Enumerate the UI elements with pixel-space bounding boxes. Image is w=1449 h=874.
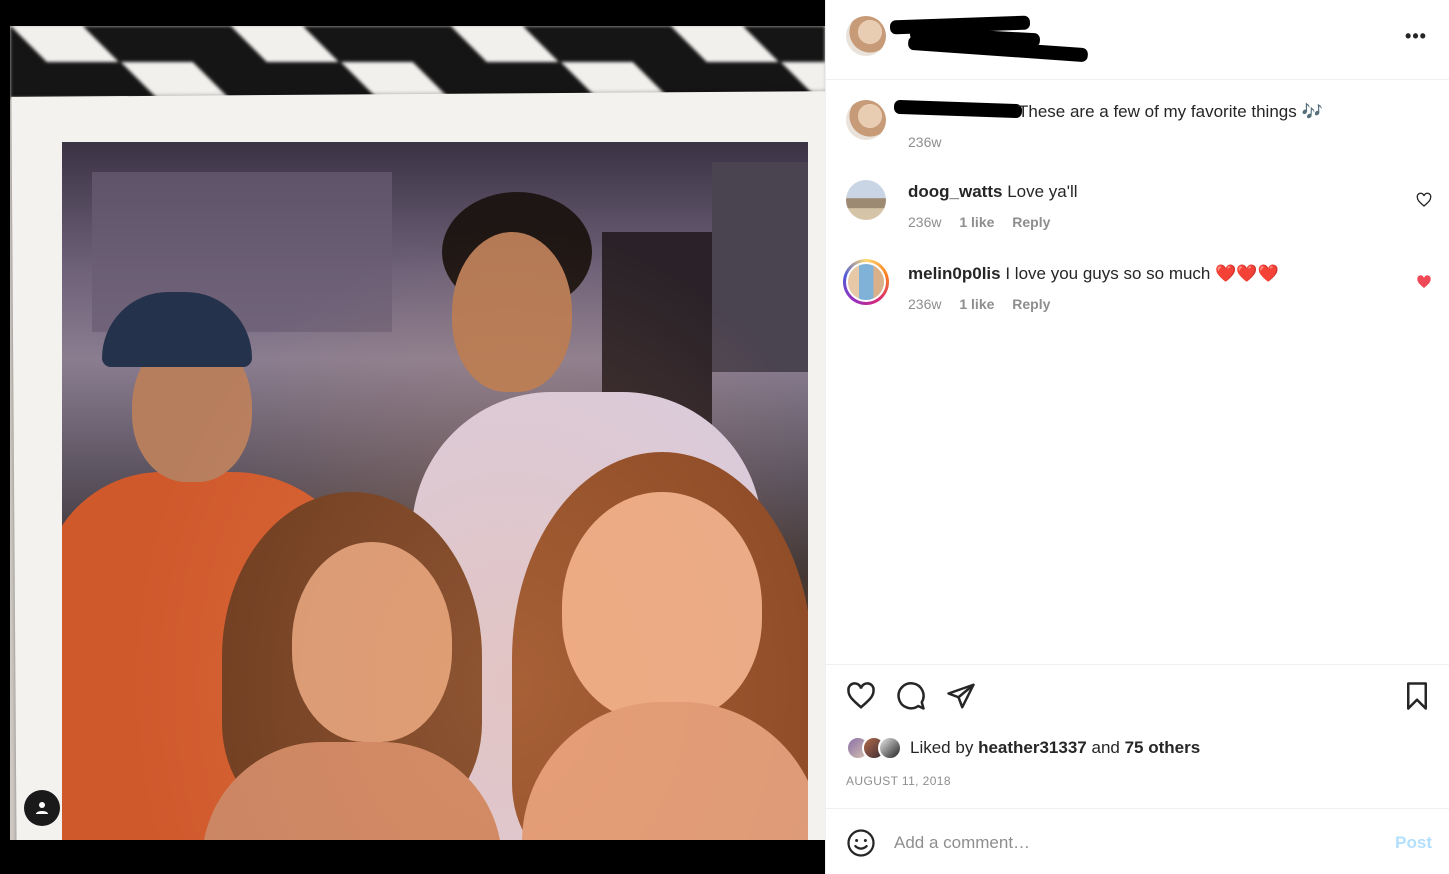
checkered-floor-background: [10, 26, 825, 98]
comment-meta: 236w 1 like Reply: [908, 214, 1064, 230]
comment-username[interactable]: doog_watts: [908, 182, 1002, 201]
comment-meta: 236w 1 like Reply: [908, 296, 1064, 312]
commenter-avatar: [846, 262, 886, 302]
liked-by-row: Liked by heather31337 and 75 others: [846, 735, 1200, 761]
liked-by-prefix: Liked by: [910, 738, 974, 757]
add-comment-bar: Post: [826, 808, 1449, 874]
author-avatar[interactable]: [846, 16, 886, 56]
user-tag-icon: [36, 802, 48, 814]
reply-button[interactable]: Reply: [1012, 296, 1050, 312]
post-caption: These are a few of my favorite things 🎶 …: [826, 99, 1449, 160]
caption-timestamp: 236w: [908, 134, 942, 150]
polaroid-image: [62, 142, 808, 840]
post-comment-button[interactable]: Post: [1395, 833, 1432, 853]
liked-by-user-link[interactable]: heather31337: [978, 738, 1087, 757]
post-header: •••: [826, 0, 1449, 80]
comment-text: doog_watts Love ya'll: [908, 182, 1078, 202]
smiley-icon[interactable]: [846, 828, 876, 858]
paper-plane-icon[interactable]: [946, 681, 976, 711]
comment-username[interactable]: melin0p0lis: [908, 264, 1001, 283]
heart-icon[interactable]: [1416, 192, 1432, 208]
liker-avatar[interactable]: [878, 736, 902, 760]
comment-body: Love ya'll: [1007, 182, 1078, 201]
caption-body: These are a few of my favorite things: [1018, 102, 1297, 121]
reply-button[interactable]: Reply: [1012, 214, 1050, 230]
post-actions: Liked by heather31337 and 75 others AUGU…: [826, 664, 1449, 810]
liked-by-connector: and: [1091, 738, 1120, 757]
comment-body: I love you guys so so much: [1005, 264, 1211, 283]
heart-filled-icon[interactable]: [1416, 274, 1432, 290]
music-note-emoji: 🎶: [1301, 102, 1323, 121]
post-photo[interactable]: [10, 26, 825, 840]
more-options-button[interactable]: •••: [1404, 26, 1428, 46]
post-photo-panel[interactable]: [0, 0, 825, 874]
comment-item: doog_watts Love ya'll 236w 1 like Reply: [826, 180, 1449, 240]
comment-bubble-icon[interactable]: [896, 681, 926, 711]
commenter-avatar[interactable]: [846, 180, 886, 220]
more-options-icon: •••: [1405, 26, 1427, 46]
comment-input[interactable]: [894, 829, 1354, 857]
comments-list: These are a few of my favorite things 🎶 …: [826, 80, 1449, 664]
liked-by-text: Liked by heather31337 and 75 others: [910, 738, 1200, 758]
comment-timestamp: 236w: [908, 296, 942, 312]
liked-by-others-link[interactable]: 75 others: [1125, 738, 1201, 757]
comment-likes-count[interactable]: 1 like: [959, 296, 994, 312]
author-avatar[interactable]: [846, 100, 886, 140]
comment-likes-count[interactable]: 1 like: [959, 214, 994, 230]
heart-icon[interactable]: [846, 681, 876, 711]
redacted-username: [893, 99, 1023, 119]
user-tag-button[interactable]: [24, 790, 60, 826]
comment-timestamp: 236w: [908, 214, 942, 230]
hearts-emoji: ❤️❤️❤️: [1215, 264, 1279, 283]
warm-light-overlay: [62, 142, 808, 840]
comment-item: melin0p0lis I love you guys so so much ❤…: [826, 259, 1449, 322]
commenter-avatar-story-ring[interactable]: [843, 259, 889, 305]
caption-text: These are a few of my favorite things 🎶: [1018, 102, 1323, 122]
comment-text: melin0p0lis I love you guys so so much ❤…: [908, 264, 1279, 284]
bookmark-icon[interactable]: [1402, 681, 1432, 711]
post-date[interactable]: AUGUST 11, 2018: [846, 774, 951, 788]
post-side-panel: ••• These are a few of my favorite thing…: [825, 0, 1449, 874]
caption-meta: 236w: [908, 134, 955, 150]
